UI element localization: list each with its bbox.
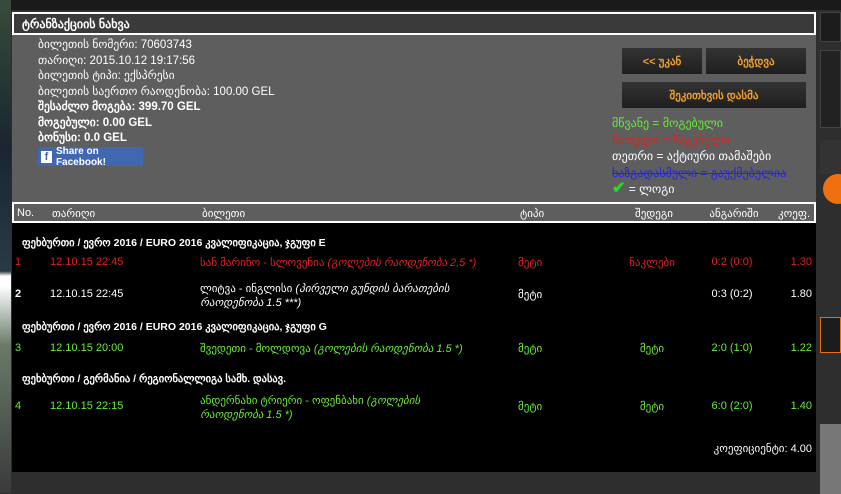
table-header: No. თარიღი ბილეთი ტიპი შედეგი ანგარიში კ…	[12, 202, 816, 223]
info-stake: ბილეთის საერთო რაოდენობა: 100.00 GEL	[38, 85, 275, 98]
facebook-icon: f	[41, 150, 52, 163]
info-date: თარიღი: 2015.10.12 19:17:56	[38, 54, 196, 67]
col-ticket: ბილეთი	[202, 208, 246, 220]
table-body: ფეხბურთი / ევრო 2016 / EURO 2016 კვალიფი…	[12, 223, 816, 472]
table-row: 4 12.10.15 22:15 ანდერნახი ტრიერი - ოფენბ…	[15, 395, 812, 421]
col-type: ტიპი	[520, 208, 545, 220]
legend-won: მწვანე = მოგებული	[612, 116, 723, 130]
facebook-share-button[interactable]: f Share on Facebook!	[38, 146, 143, 168]
legend-cancelled: ხაზგადასმული = გაუქმებულია	[612, 165, 787, 180]
group-header: ფეხბურთი / ევრო 2016 / EURO 2016 კვალიფი…	[22, 321, 327, 333]
col-result: შედეგი	[635, 208, 673, 220]
background-image	[0, 0, 11, 493]
back-button[interactable]: << უკან	[622, 48, 702, 74]
info-type: ბილეთის ტიპი: ექსპრესი	[38, 70, 175, 82]
panel-title: ტრანზაქციის ნახვა	[12, 12, 816, 35]
col-date: თარიღი	[52, 208, 96, 220]
sidebar-image	[820, 424, 841, 494]
ticket-info: ბილეთის ნომერი: 70603743 თარიღი: 2015.10…	[38, 38, 275, 147]
check-icon: ✔	[612, 180, 626, 197]
col-score: ანგარიში	[709, 208, 759, 220]
logo-icon	[823, 174, 841, 204]
table-row: 3 12.10.15 20:00 შვედეთი - მოლდოვა (გოლებ…	[15, 342, 812, 355]
legend-lost: წითელი = წაგებული	[612, 132, 730, 147]
transaction-panel: ტრანზაქციის ნახვა ბილეთის ნომერი: 706037…	[12, 12, 816, 472]
col-odds: კოეფ.	[778, 208, 810, 220]
group-header: ფეხბურთი / გერმანია / რეგიონალლიგა სამხ.…	[22, 373, 287, 385]
ask-question-button[interactable]: შეკითხვის დასმა	[622, 82, 806, 108]
info-possible-win: შესაძლო მოგება: 399.70 GEL	[38, 101, 201, 113]
legend-active: თეთრი = აქტიური თამაშები	[612, 149, 772, 163]
info-bonus: ბონუსი: 0.0 GEL	[38, 132, 127, 144]
total-odds: კოეფიციენტი: 4.00	[713, 443, 812, 455]
print-button[interactable]: ბეჭდვა	[706, 48, 806, 74]
right-sidebar	[820, 12, 841, 494]
info-won: მოგებული: 0.00 GEL	[38, 116, 152, 129]
group-header: ფეხბურთი / ევრო 2016 / EURO 2016 კვალიფი…	[22, 237, 326, 249]
sidebar-tab[interactable]	[820, 317, 841, 353]
col-no: No.	[17, 207, 35, 219]
top-bar	[0, 0, 841, 10]
table-row: 2 12.10.15 22:45 ლიტვა - ინგლისი (პირველი…	[15, 283, 812, 309]
legend-check: ✔ = ლოგი	[612, 180, 675, 197]
color-legend: მწვანე = მოგებული წითელი = წაგებული თეთრ…	[612, 115, 786, 198]
info-ticket-number: ბილეთის ნომერი: 70603743	[38, 39, 192, 51]
